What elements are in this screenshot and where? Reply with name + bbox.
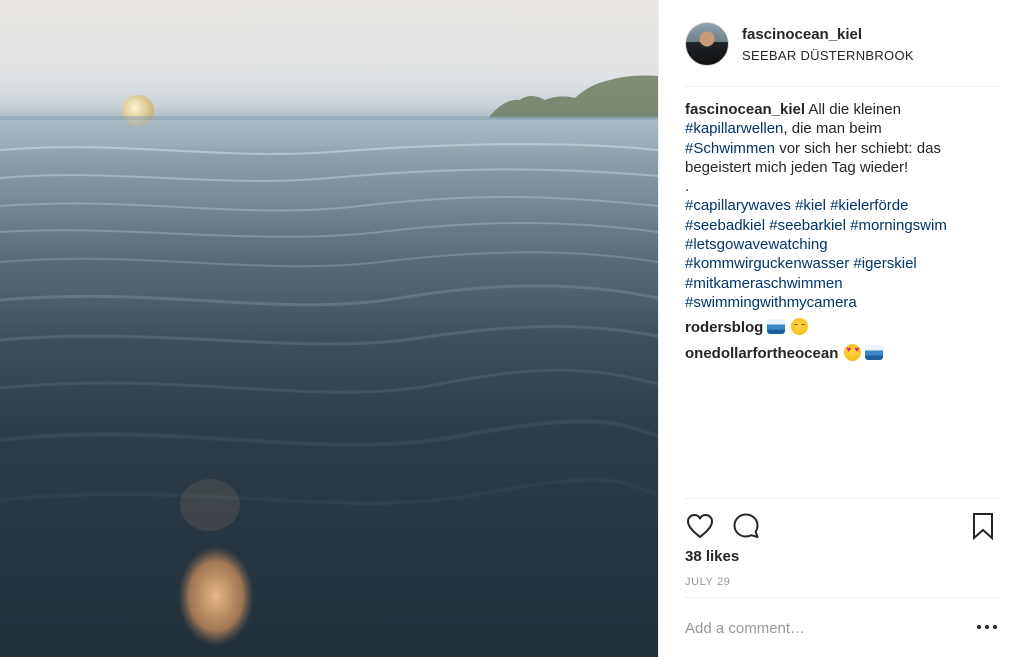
wave-emoji-icon [767,319,786,335]
more-dots-icon [977,625,997,629]
caption-text: , die man beim [783,120,882,138]
hashtag-link[interactable]: #seebarkiel [769,217,846,234]
hashtag-link[interactable]: #mitkameraschwimmen [685,275,843,292]
comment-username[interactable]: onedollarfortheocean [685,345,838,362]
hashtag-link[interactable]: #igerskiel [853,255,916,272]
hashtag-link[interactable]: #swimmingwithmycamera [685,294,857,311]
caption: fascinocean_kiel All die kleinen #kapill… [685,100,998,312]
like-button[interactable] [685,511,715,541]
hashtag-link[interactable]: #morningswim [850,217,947,234]
action-bar [685,498,998,549]
post-photo[interactable] [0,0,658,657]
post-side-panel: fascinocean_kiel SEEBAR DÜSTERNBROOK fas… [658,0,1024,657]
hashtag-link[interactable]: #capillarywaves [685,197,791,214]
hashtag-link[interactable]: #kapillarwellen [685,120,783,137]
water-waves-image [0,75,658,646]
hashtag-link[interactable]: #kiel [795,197,826,214]
bookmark-icon [973,513,993,541]
smiling-face-emoji-icon [791,318,809,336]
post-date[interactable]: JULY 29 [685,576,730,588]
add-comment-input[interactable] [685,616,955,640]
comment-username[interactable]: rodersblog [685,319,763,336]
caption-username[interactable]: fascinocean_kiel [685,101,805,118]
hashtag-link[interactable]: #kielerförde [830,197,908,214]
more-options-button[interactable] [976,616,998,638]
hashtag-link[interactable]: #Schwimmen [685,140,775,157]
comment-item: onedollarfortheocean [685,344,998,364]
wave-emoji-icon [865,345,884,361]
hashtag-link[interactable]: #letsgowavewatching [685,236,828,253]
post-header: fascinocean_kiel SEEBAR DÜSTERNBROOK [685,20,998,87]
avatar[interactable] [685,22,729,66]
hashtag-link[interactable]: #kommwirguckenwasser [685,255,849,272]
heart-icon [687,514,713,538]
header-username[interactable]: fascinocean_kiel [742,26,862,43]
likes-count[interactable]: 38 likes [685,548,739,565]
hashtag-link[interactable]: #seebadkiel [685,217,765,234]
instagram-post: fascinocean_kiel SEEBAR DÜSTERNBROOK fas… [0,0,1024,657]
comment-item: rodersblog [685,318,998,338]
comments-section: fascinocean_kiel All die kleinen #kapill… [685,100,998,364]
caption-text: All die kleinen [805,101,901,118]
header-location[interactable]: SEEBAR DÜSTERNBROOK [742,48,914,63]
save-button[interactable] [968,511,998,541]
comment-icon [733,513,759,538]
add-comment-bar [685,597,998,658]
heart-eyes-emoji-icon [844,344,862,362]
caption-dot: . [685,178,690,196]
comment-button[interactable] [731,511,761,541]
